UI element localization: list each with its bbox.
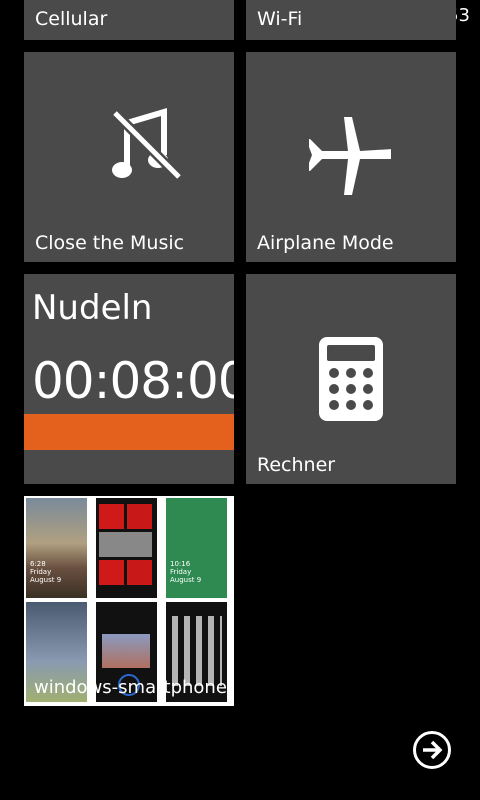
tile-cellular[interactable]: Cellular [24, 0, 234, 40]
calculator-icon [319, 337, 383, 421]
tile-calculator-label: Rechner [257, 454, 336, 476]
tile-wifi[interactable]: Wi-Fi [246, 0, 456, 40]
tile-airplane-mode-label: Airplane Mode [257, 232, 394, 254]
music-off-icon [111, 107, 183, 181]
timer-time: 00:08:00 [32, 352, 234, 410]
arrow-right-circle-icon[interactable] [413, 731, 451, 769]
photo-thumb-3: 10:16 Friday August 9 [166, 498, 227, 598]
arrow-right-icon [423, 740, 443, 760]
tile-close-music-label: Close the Music [35, 232, 185, 254]
photo-thumb-1: 6:28 Friday August 9 [26, 498, 87, 598]
timer-progress-bar [24, 414, 234, 450]
photo-thumb-2 [96, 498, 157, 598]
tile-airplane-mode[interactable]: Airplane Mode [246, 52, 456, 262]
tile-timer[interactable]: Nudeln 00:08:00 [24, 274, 234, 484]
timer-name: Nudeln [32, 288, 153, 328]
tile-photos-label: windows-smartphone [34, 677, 227, 698]
airplane-icon [309, 117, 391, 195]
tile-wifi-label: Wi-Fi [257, 8, 303, 30]
tile-calculator[interactable]: Rechner [246, 274, 456, 484]
tile-close-music[interactable]: Close the Music [24, 52, 234, 262]
tile-photos[interactable]: 6:28 Friday August 9 10:16 Friday August 9 w… [24, 496, 234, 706]
tile-cellular-label: Cellular [35, 8, 108, 30]
